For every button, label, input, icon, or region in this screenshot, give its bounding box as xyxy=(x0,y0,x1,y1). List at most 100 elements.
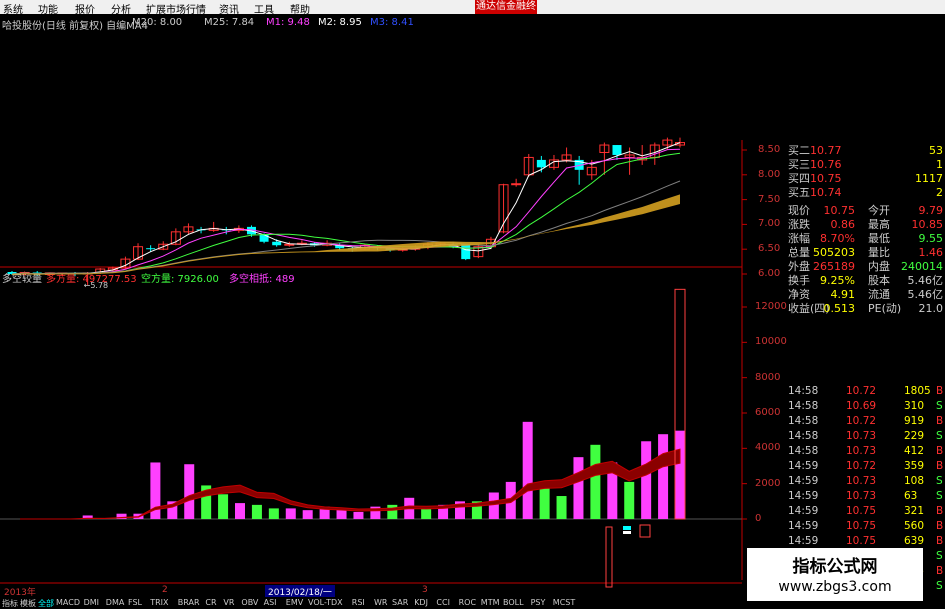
indicator-bar xyxy=(353,511,364,519)
indicator-tab[interactable]: 指标 xyxy=(2,598,18,609)
candle-body xyxy=(272,241,282,246)
price-low-label: ←5.78 xyxy=(84,281,109,290)
tick-cell: 919 xyxy=(904,415,925,427)
watermark-url: www.zbgs3.com xyxy=(778,579,892,595)
tick-cell: B xyxy=(936,505,944,517)
candle-body xyxy=(511,183,522,186)
tick-cell: 14:58 xyxy=(788,445,819,457)
indicator-tab[interactable]: ASI xyxy=(264,598,277,607)
indicator-bar xyxy=(268,508,279,519)
tick-cell: 14:59 xyxy=(788,475,819,487)
indicator-bar xyxy=(539,485,550,519)
tick-cell: 14:59 xyxy=(788,460,819,472)
indicator-bar xyxy=(624,481,635,519)
tick-cell: 63 xyxy=(904,490,918,502)
tick-cell: 229 xyxy=(904,430,925,442)
indicator-tab[interactable]: MACD xyxy=(56,598,80,607)
date-month-2: 2 xyxy=(162,585,168,595)
tick-cell: 14:58 xyxy=(788,385,819,397)
tick-row: 14:58 10.69 310 S xyxy=(786,399,945,414)
price-axis-label: 8.50 xyxy=(758,144,781,155)
tick-cell: 10.72 xyxy=(846,385,877,397)
watermark-title: 指标公式网 xyxy=(792,557,878,577)
quote-cell: PE(动) xyxy=(868,301,902,315)
indicator-bar xyxy=(251,504,262,519)
indicator-tab[interactable]: CR xyxy=(205,598,216,607)
indicator-tab[interactable]: VOL-TDX xyxy=(308,598,343,607)
tick-cell: 10.73 xyxy=(846,430,877,442)
indicator-bar xyxy=(421,508,432,519)
candle-body xyxy=(612,145,622,155)
indicator-tab[interactable]: MCST xyxy=(553,598,575,607)
tick-cell: 14:59 xyxy=(788,490,819,502)
volume-axis-label: 10000 xyxy=(755,336,787,348)
tick-cell: B xyxy=(936,445,944,457)
indicator-bar xyxy=(235,503,245,519)
candle-body xyxy=(146,248,156,250)
indicator-tab[interactable]: ROC xyxy=(459,598,476,607)
tick-cell: 10.73 xyxy=(846,490,877,502)
indicator-tab[interactable]: VR xyxy=(223,598,234,607)
indicator-bar xyxy=(218,494,229,519)
indicator-bar xyxy=(590,444,601,519)
indicator-tab[interactable]: OBV xyxy=(241,598,258,607)
price-axis-label: 7.00 xyxy=(758,218,781,230)
tick-cell: B xyxy=(936,415,944,427)
tick-cell: 10.69 xyxy=(846,400,877,412)
indicator-tab[interactable]: WR xyxy=(374,598,387,607)
indicator-bar xyxy=(658,434,669,519)
indicator-tab[interactable]: FSL xyxy=(128,598,142,607)
volume-axis-label: 4000 xyxy=(755,442,781,454)
tick-cell: 1805 xyxy=(904,385,931,397)
price-axis-label: 7.50 xyxy=(758,193,781,205)
tick-cell: 639 xyxy=(904,535,925,547)
indicator-tab[interactable]: BRAR xyxy=(178,598,200,607)
candle-body xyxy=(461,244,471,260)
tick-cell: B xyxy=(936,460,944,472)
indicator-bar xyxy=(556,496,567,519)
price-axis-label: 6.00 xyxy=(758,268,781,279)
tick-row: 14:59 10.72 359 B xyxy=(786,459,945,474)
indicator-tab[interactable]: TRIX xyxy=(150,598,168,607)
tick-cell: 10.75 xyxy=(846,505,877,517)
indicator-bar xyxy=(522,421,533,519)
quote-cell: 21.0 xyxy=(918,301,944,315)
indicator-tab[interactable]: 全部 xyxy=(38,598,54,609)
indicator-tab[interactable]: RSI xyxy=(352,598,365,607)
tick-cell: B xyxy=(936,385,944,397)
stat-row: 收益(四) 0.513 PE(动) 21.0 xyxy=(786,301,945,317)
indicator-tab[interactable]: PSY xyxy=(531,598,546,607)
indicator-bar xyxy=(641,441,652,519)
tick-row: 14:58 10.72 919 B xyxy=(786,414,945,429)
ma-line-m20 xyxy=(11,180,681,275)
tick-cell: 14:59 xyxy=(788,535,819,547)
candle-body xyxy=(536,159,546,168)
indicator-tab[interactable]: CCI xyxy=(436,598,450,607)
bid-row: 买五 10.74 2 xyxy=(786,185,945,201)
indicator-tab[interactable]: SAR xyxy=(392,598,408,607)
tick-cell: 10.72 xyxy=(846,460,877,472)
indicator-tab[interactable]: EMV xyxy=(286,598,303,607)
indicator-tab[interactable]: KDJ xyxy=(414,598,428,607)
tick-cell: 108 xyxy=(904,475,925,487)
tick-cell: 10.73 xyxy=(846,445,877,457)
tick-cell: S xyxy=(936,550,943,562)
tick-row: 14:59 10.73 108 S xyxy=(786,474,945,489)
tick-cell: 14:58 xyxy=(788,430,819,442)
indicator-tab[interactable]: DMI xyxy=(84,598,99,607)
tick-row: 14:58 10.73 229 S xyxy=(786,429,945,444)
tick-cell: S xyxy=(936,400,943,412)
tick-row: 14:59 10.75 639 B xyxy=(786,534,945,549)
ma-band-m25 xyxy=(12,194,680,275)
indicator-tab[interactable]: 模板 xyxy=(20,598,36,609)
indicator-tab[interactable]: DMA xyxy=(106,598,125,607)
indicator-bar xyxy=(573,457,584,519)
indicator-tab[interactable]: BOLL xyxy=(503,598,524,607)
tick-row: 14:59 10.73 63 S xyxy=(786,489,945,504)
tick-cell: 14:59 xyxy=(788,520,819,532)
tick-row: 14:59 10.75 321 B xyxy=(786,504,945,519)
tick-cell: B xyxy=(936,565,944,577)
indicator-tab[interactable]: MTM xyxy=(481,598,500,607)
candle-body xyxy=(284,243,295,246)
volume-axis-label: 2000 xyxy=(755,477,781,489)
